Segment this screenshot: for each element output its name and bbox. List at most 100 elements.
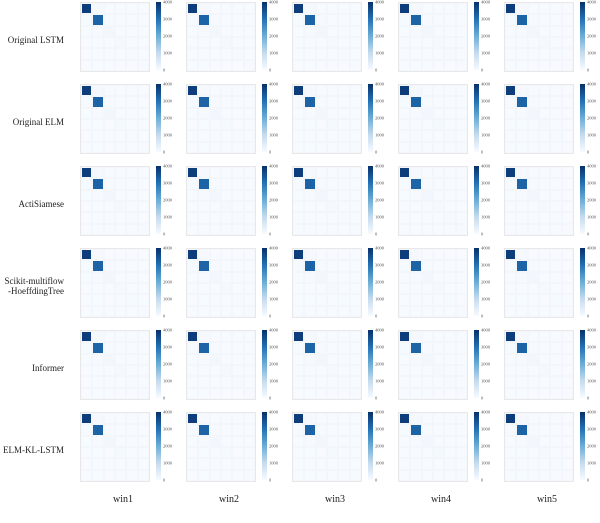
matrix-cell [138, 190, 149, 201]
matrix-cell [316, 376, 327, 387]
matrix-cell [562, 108, 573, 119]
matrix-cell [528, 306, 539, 317]
matrix-cell [81, 470, 92, 481]
colorbar-tick: 1000 [269, 461, 278, 466]
matrix-cell [187, 96, 198, 107]
matrix-cell [104, 365, 115, 376]
matrix-cell [244, 458, 255, 469]
matrix-cell [304, 306, 315, 317]
matrix-cell [138, 96, 149, 107]
matrix-cell [350, 190, 361, 201]
matrix-cell [81, 60, 92, 71]
matrix-cell [232, 376, 243, 387]
colorbar: 40003000200010000 [580, 412, 585, 480]
matrix-cell [198, 14, 209, 25]
matrix-cell [350, 130, 361, 141]
matrix-cell [456, 306, 467, 317]
matrix-cell [550, 201, 561, 212]
matrix-cell [350, 26, 361, 37]
matrix-cell [539, 436, 550, 447]
matrix-cell [327, 26, 338, 37]
matrix-cell [92, 167, 103, 178]
matrix-cell [198, 388, 209, 399]
colorbar-tick: 1000 [587, 215, 596, 220]
matrix-cell [456, 130, 467, 141]
colorbar-tick: 2000 [481, 34, 490, 39]
matrix-cell [293, 413, 304, 424]
matrix-cell [516, 212, 527, 223]
matrix-cell [550, 190, 561, 201]
matrix-cell [327, 458, 338, 469]
matrix-cell [104, 190, 115, 201]
matrix-cell [505, 331, 516, 342]
matrix-cell [104, 376, 115, 387]
colorbar-tick: 2000 [375, 444, 384, 449]
matrix-cell [327, 331, 338, 342]
matrix-cell [115, 60, 126, 71]
matrix-cell [232, 224, 243, 235]
confusion-matrix-cell: 40003000200010000 [388, 164, 494, 246]
matrix-cell [221, 167, 232, 178]
colorbar-tick: 4000 [163, 164, 172, 169]
matrix-cell [327, 354, 338, 365]
matrix-cell [350, 142, 361, 153]
matrix-cell [293, 142, 304, 153]
matrix-cell [399, 119, 410, 130]
matrix-cell [187, 294, 198, 305]
matrix-cell [293, 224, 304, 235]
matrix-cell [104, 470, 115, 481]
matrix-cell [232, 294, 243, 305]
matrix-cell [126, 376, 137, 387]
matrix-cell [244, 96, 255, 107]
colorbar-tick: 4000 [481, 0, 490, 5]
matrix-cell [505, 342, 516, 353]
matrix-cell [198, 130, 209, 141]
matrix-cell [232, 354, 243, 365]
confusion-matrix-cell: 40003000200010000 [176, 164, 282, 246]
colorbar-tick: 0 [163, 232, 165, 237]
matrix-cell [115, 365, 126, 376]
matrix-cell [338, 306, 349, 317]
matrix-cell [338, 130, 349, 141]
matrix-cell [422, 447, 433, 458]
matrix-cell [562, 342, 573, 353]
matrix-cell [92, 48, 103, 59]
colorbar-tick: 1000 [587, 461, 596, 466]
matrix-cell [399, 249, 410, 260]
matrix-cell [104, 3, 115, 14]
matrix-cell [293, 96, 304, 107]
matrix-cell [444, 142, 455, 153]
matrix-cell [456, 294, 467, 305]
matrix-cell [244, 249, 255, 260]
matrix-cell [516, 96, 527, 107]
matrix-cell [410, 212, 421, 223]
matrix-cell [81, 376, 92, 387]
matrix-cell [410, 48, 421, 59]
matrix-cell [92, 26, 103, 37]
matrix-cell [399, 331, 410, 342]
matrix-cell [244, 190, 255, 201]
matrix-cell [126, 470, 137, 481]
matrix-cell [187, 178, 198, 189]
matrix-cell [198, 224, 209, 235]
matrix-cell [327, 201, 338, 212]
matrix-cell [92, 424, 103, 435]
matrix-cell [138, 249, 149, 260]
matrix-cell [304, 190, 315, 201]
matrix-cell [433, 365, 444, 376]
matrix-cell [350, 3, 361, 14]
matrix-cell [338, 354, 349, 365]
matrix-cell [539, 96, 550, 107]
matrix-cell [304, 167, 315, 178]
matrix-cell [350, 376, 361, 387]
matrix-cell [138, 283, 149, 294]
matrix-cell [304, 272, 315, 283]
matrix-cell [410, 283, 421, 294]
matrix-cell [539, 178, 550, 189]
matrix-cell [81, 37, 92, 48]
colorbar: 40003000200010000 [474, 2, 479, 70]
matrix-cell [516, 447, 527, 458]
matrix-cell [221, 212, 232, 223]
matrix-cell [304, 178, 315, 189]
matrix-cell [528, 3, 539, 14]
